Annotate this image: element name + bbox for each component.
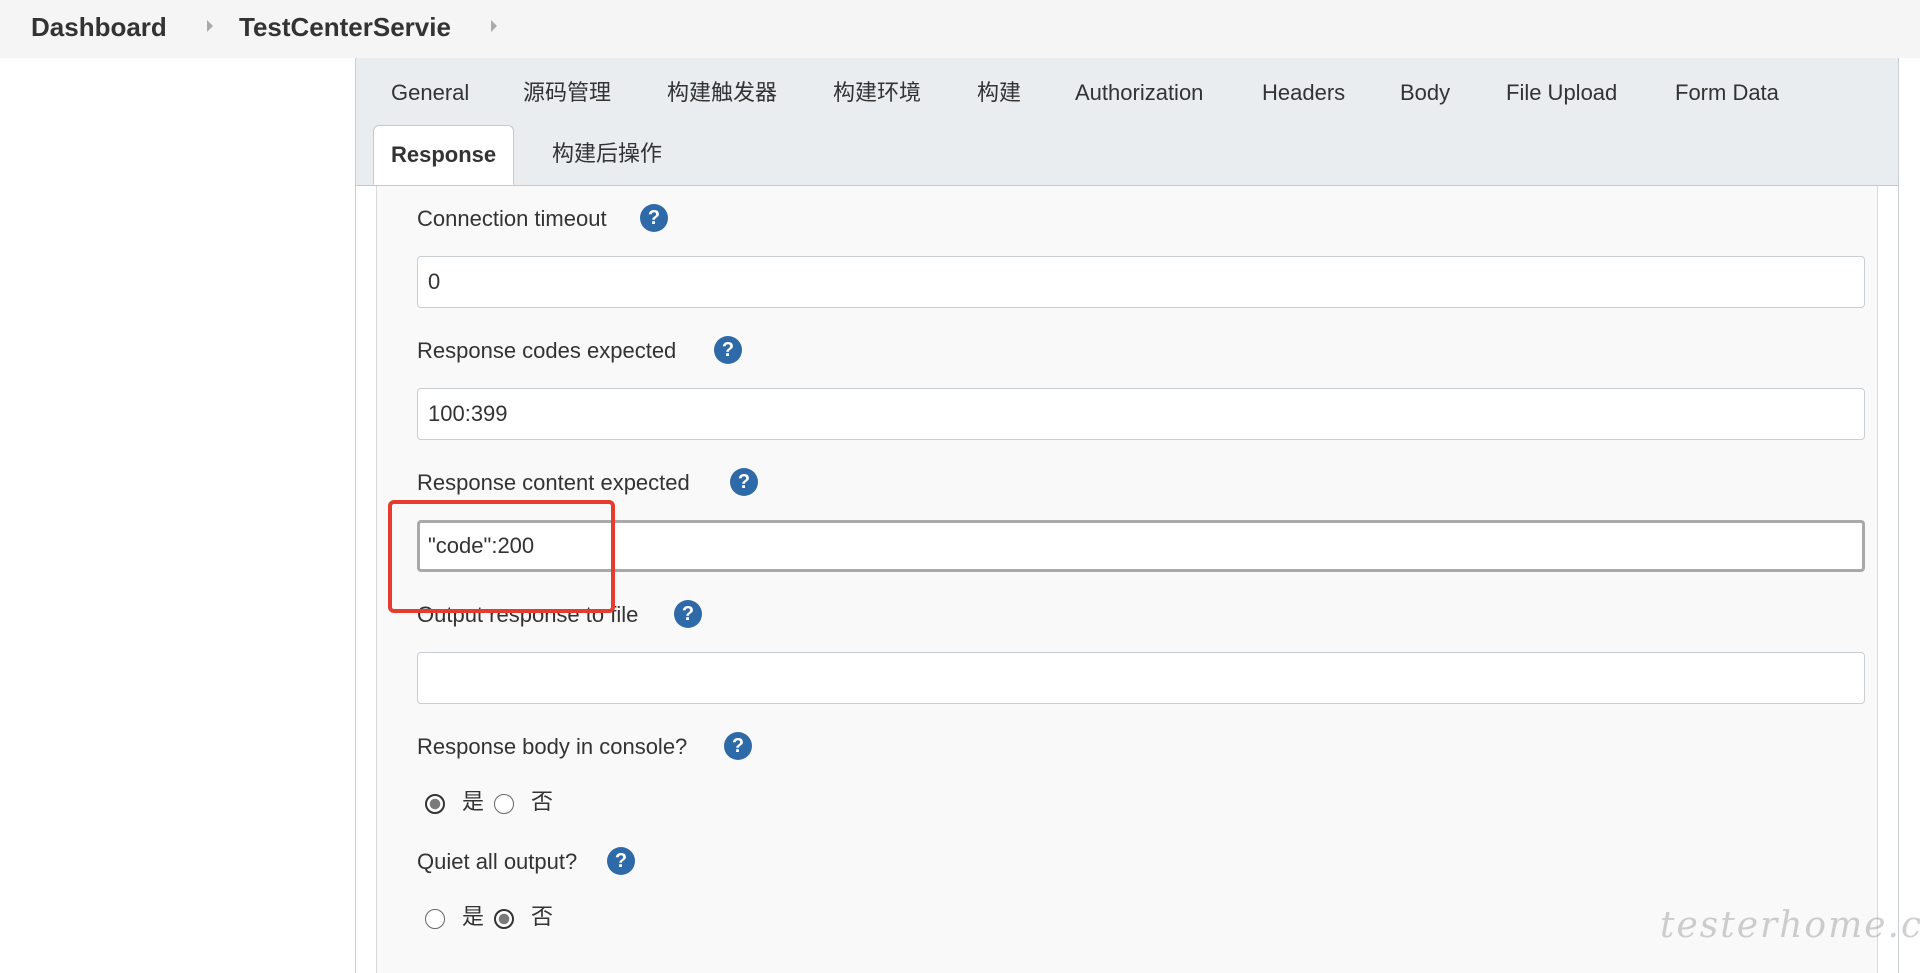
quiet-output-yes-radio[interactable] [425,909,445,929]
tab-response[interactable]: Response [373,125,515,185]
quiet-output-no-label[interactable]: 否 [531,903,553,931]
tab-form-data[interactable]: Form Data [1675,78,1779,108]
body-in-console-yes-radio[interactable] [425,794,445,814]
breadcrumb-job[interactable]: TestCenterServie [239,12,451,42]
response-codes-label: Response codes expected [417,338,677,363]
connection-timeout-input[interactable] [417,256,1865,308]
breadcrumb: Dashboard TestCenterServie [0,0,1920,58]
question-circle-icon[interactable]: ? [724,732,752,760]
section-tabbar: General 源码管理 构建触发器 构建环境 构建 Authorization… [356,58,1898,186]
question-circle-icon[interactable]: ? [730,468,758,496]
question-circle-icon[interactable]: ? [714,336,742,364]
response-content-label: Response content expected [417,470,690,495]
caret-right-icon[interactable] [491,20,497,32]
response-codes-input[interactable] [417,388,1865,440]
body-in-console-label: Response body in console? [417,734,688,759]
tab-general[interactable]: General [391,78,469,108]
quiet-output-no-radio[interactable] [494,909,514,929]
quiet-output-label: Quiet all output? [417,849,578,874]
caret-right-icon [207,20,213,32]
question-circle-icon[interactable]: ? [640,204,668,232]
breadcrumb-dashboard[interactable]: Dashboard [31,12,167,42]
quiet-output-yes-label[interactable]: 是 [462,903,484,931]
response-content-input[interactable] [417,520,1865,572]
question-circle-icon[interactable]: ? [607,847,635,875]
config-panel: General 源码管理 构建触发器 构建环境 构建 Authorization… [355,58,1899,973]
output-file-input[interactable] [417,652,1865,704]
body-in-console-no-label[interactable]: 否 [531,788,553,816]
tab-build[interactable]: 构建 [977,78,1021,108]
question-circle-icon[interactable]: ? [674,600,702,628]
tab-headers[interactable]: Headers [1262,78,1345,108]
tab-build-environment[interactable]: 构建环境 [833,78,921,108]
tab-source-control[interactable]: 源码管理 [523,78,611,108]
tab-body[interactable]: Body [1400,78,1450,108]
tab-authorization[interactable]: Authorization [1075,78,1203,108]
tab-file-upload[interactable]: File Upload [1506,78,1617,108]
body-in-console-yes-label[interactable]: 是 [462,788,484,816]
tab-build-triggers[interactable]: 构建触发器 [667,78,777,108]
tab-post-build-actions[interactable]: 构建后操作 [552,139,662,169]
connection-timeout-label: Connection timeout [417,206,607,231]
body-in-console-no-radio[interactable] [494,794,514,814]
output-file-label: Output response to file [417,602,639,627]
